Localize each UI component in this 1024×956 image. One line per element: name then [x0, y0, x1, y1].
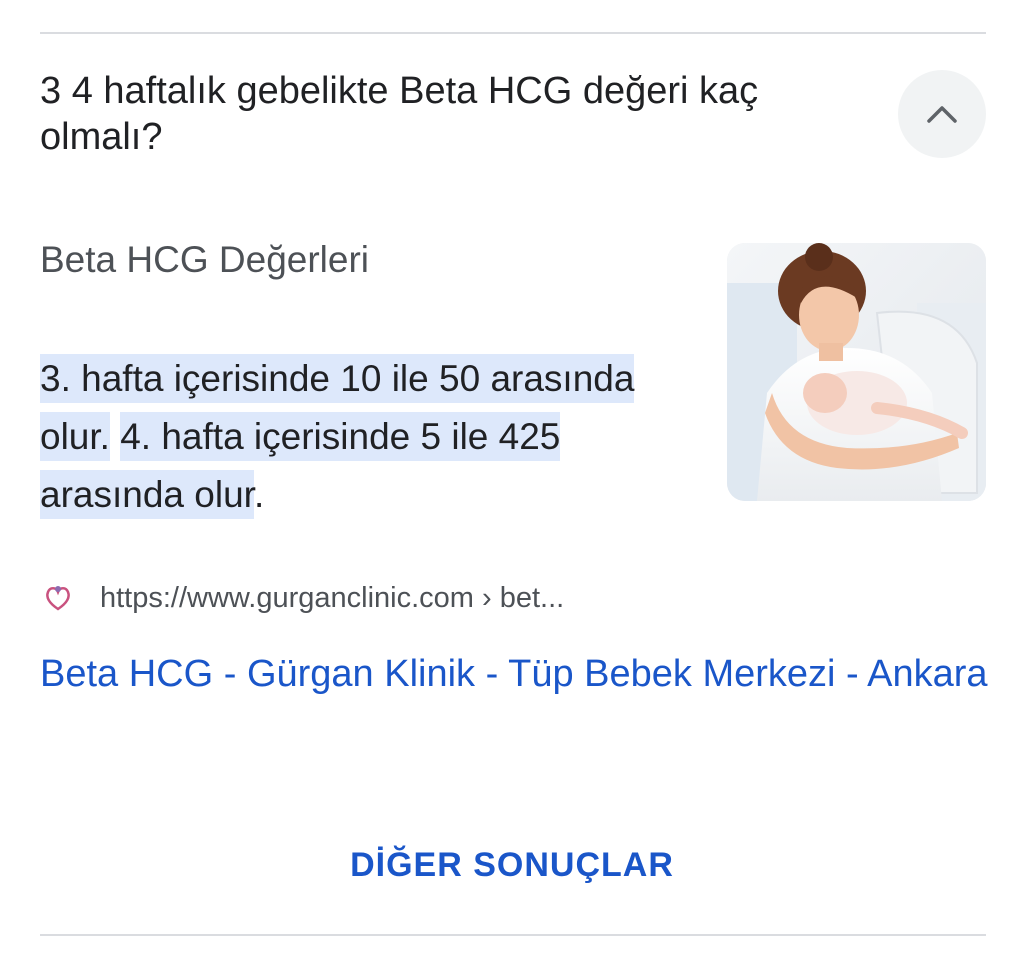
gurgan-clinic-favicon — [40, 580, 76, 616]
result-title-link[interactable]: Beta HCG - Gürgan Klinik - Tüp Bebek Mer… — [40, 638, 990, 710]
featured-snippet-card: 3 4 haftalık gebelikte Beta HCG değeri k… — [0, 0, 1024, 956]
collapse-button[interactable] — [898, 70, 986, 158]
source-url[interactable]: https://www.gurganclinic.com › bet... — [100, 582, 564, 615]
top-divider — [40, 32, 986, 34]
source-row[interactable]: https://www.gurganclinic.com › bet... — [40, 578, 564, 618]
question-title[interactable]: 3 4 haftalık gebelikte Beta HCG değeri k… — [40, 68, 860, 160]
answer-trailing: . — [253, 474, 265, 515]
mother-baby-thumbnail[interactable] — [727, 243, 986, 501]
more-results-button[interactable]: DİĞER SONUÇLAR — [0, 846, 1024, 885]
chevron-up-icon — [925, 103, 959, 125]
answer-heading: Beta HCG Değerleri — [40, 239, 370, 280]
bottom-divider — [40, 934, 986, 936]
answer-highlight-2: 4. hafta içerisinde 5 ile 425 arasında o… — [40, 412, 561, 519]
answer-text: 3. hafta içerisinde 10 ile 50 arasında o… — [40, 350, 710, 524]
